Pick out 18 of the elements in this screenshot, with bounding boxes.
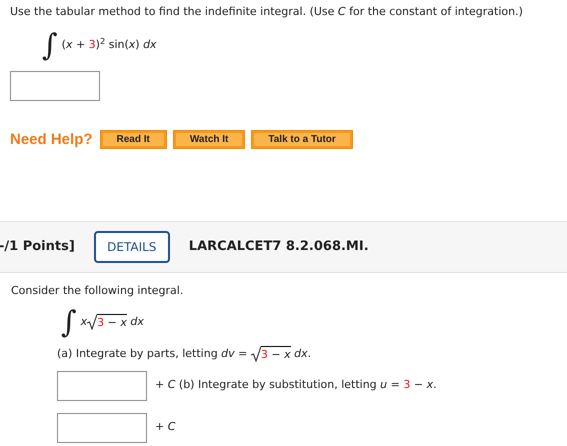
need-help-label: Need Help? <box>10 130 93 150</box>
answer-field[interactable] <box>57 412 147 442</box>
prompt-text: Consider the following integral. <box>11 283 184 299</box>
question-code: LARCALCET7 8.2.068.MI. <box>188 238 369 256</box>
instruction-text: Use the tabular method to find the indefinite integral. (Use C for the constant of integration.) <box>10 4 524 20</box>
radical-sign <box>87 314 98 330</box>
points-label: -/1 Points] <box>0 238 75 256</box>
help-button[interactable]: Talk to a Tutor <box>252 131 352 148</box>
radical-sign <box>250 346 261 362</box>
part-a-text: (a) Integrate by parts, letting dv = 3 − x dx. <box>57 346 312 362</box>
part-b-text: + C (b) Integrate by substitution, letting u = 3 − x. <box>155 377 437 394</box>
answer-field[interactable] <box>57 370 147 400</box>
details-button[interactable]: DETAILS <box>94 231 170 263</box>
help-button[interactable]: Watch It <box>174 131 244 148</box>
answer-field[interactable] <box>10 70 100 100</box>
math-formula: ∫(x + 3)$^{2}$ sin(x) dx <box>42 30 157 60</box>
help-button[interactable]: Read It <box>100 131 166 148</box>
constant-text: + C <box>155 419 176 436</box>
